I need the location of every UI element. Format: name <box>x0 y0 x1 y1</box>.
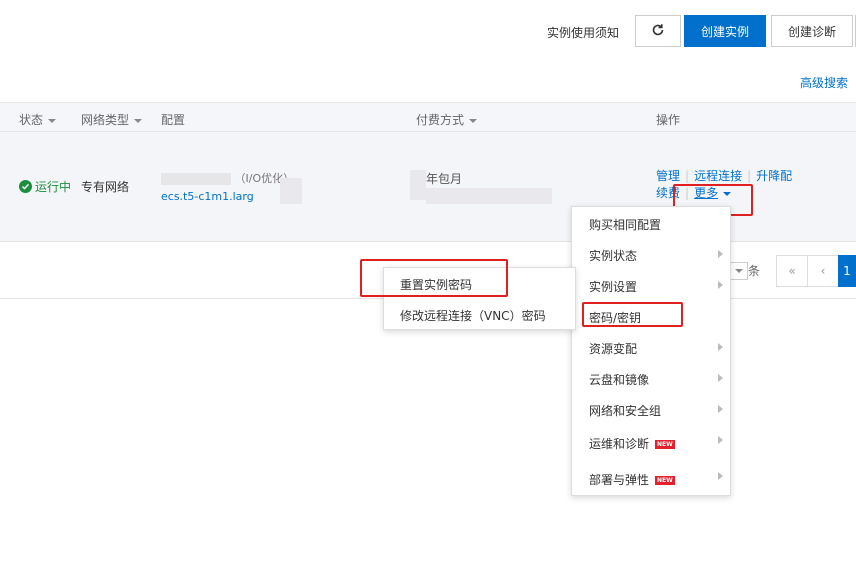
column-actions: 操作 <box>656 113 681 127</box>
menu-item-ops-diagnosis-label: 运维和诊断 <box>589 437 650 451</box>
menu-item-resource-change[interactable]: 资源变配 <box>589 340 637 357</box>
column-network-type[interactable]: 网络类型 <box>81 111 143 128</box>
chevron-right-icon <box>718 343 723 351</box>
instance-notice-link[interactable]: 实例使用须知 <box>547 24 619 41</box>
network-type-value: 专有网络 <box>81 180 130 194</box>
redacted-area <box>410 170 426 200</box>
menu-item-disk-image[interactable]: 云盘和镜像 <box>589 371 649 388</box>
refresh-icon <box>651 23 665 40</box>
remote-connect-link[interactable]: 远程连接 <box>694 169 742 183</box>
menu-item-instance-settings[interactable]: 实例设置 <box>589 278 637 295</box>
separator: | <box>685 169 690 183</box>
table-header: 状态 网络类型 配置 付费方式 操作 <box>0 102 856 132</box>
chevron-right-icon <box>718 250 723 258</box>
payment-value: 年包月 <box>426 172 463 186</box>
column-status[interactable]: 状态 <box>19 111 57 128</box>
caret-down-icon <box>48 118 57 123</box>
menu-item-network-security[interactable]: 网络和安全组 <box>589 402 661 419</box>
status-text: 运行中 <box>35 180 72 194</box>
instance-type-link[interactable]: ecs.t5-c1m1.larg <box>161 190 254 203</box>
menu-item-instance-status[interactable]: 实例状态 <box>589 247 637 264</box>
modify-vnc-password-item[interactable]: 修改远程连接（VNC）密码 <box>400 307 546 324</box>
chevron-right-icon <box>718 281 723 289</box>
check-circle-icon <box>19 180 32 193</box>
chevron-right-icon <box>718 405 723 413</box>
new-badge: NEW <box>655 440 675 449</box>
menu-item-deploy-elastic-label: 部署与弹性 <box>589 473 650 487</box>
create-diagnosis-button[interactable]: 创建诊断 <box>771 15 853 47</box>
redacted-area <box>161 173 231 185</box>
manage-link[interactable]: 管理 <box>656 169 680 183</box>
caret-down-icon <box>469 118 478 123</box>
page-size-select[interactable] <box>730 262 748 280</box>
advanced-search-link[interactable]: 高级搜索 <box>800 74 848 91</box>
status-badge: 运行中 <box>19 178 71 195</box>
menu-item-deploy-elastic[interactable]: 部署与弹性 NEW <box>589 471 675 488</box>
chevron-right-icon <box>718 472 723 480</box>
redacted-area <box>280 178 302 204</box>
create-instance-button[interactable]: 创建实例 <box>684 15 766 47</box>
column-config: 配置 <box>161 113 186 127</box>
caret-down-icon <box>134 118 143 123</box>
separator: | <box>747 169 752 183</box>
column-payment-label: 付费方式 <box>416 113 465 127</box>
highlight-password-key <box>582 302 683 327</box>
upgrade-downgrade-link[interactable]: 升降配 <box>756 169 792 183</box>
new-badge: NEW <box>655 476 675 485</box>
highlight-reset-password <box>360 259 508 297</box>
menu-item-buy-same[interactable]: 购买相同配置 <box>589 216 661 233</box>
menu-item-ops-diagnosis[interactable]: 运维和诊断 NEW <box>589 435 675 452</box>
refresh-button[interactable] <box>635 15 681 47</box>
page-1-button[interactable]: 1 <box>838 255 856 287</box>
chevron-right-icon <box>718 374 723 382</box>
column-payment[interactable]: 付费方式 <box>416 111 478 128</box>
column-network-type-label: 网络类型 <box>81 113 130 127</box>
page-size-suffix: 条 <box>748 264 761 278</box>
column-status-label: 状态 <box>19 113 44 127</box>
prev-page-button[interactable]: ‹ <box>807 255 839 287</box>
first-page-button[interactable]: « <box>776 255 808 287</box>
caret-down-icon <box>735 269 743 273</box>
redacted-area <box>426 188 552 204</box>
chevron-right-icon <box>718 436 723 444</box>
more-menu: 购买相同配置 实例状态 实例设置 密码/密钥 资源变配 云盘和镜像 网络和安全组… <box>571 206 731 496</box>
